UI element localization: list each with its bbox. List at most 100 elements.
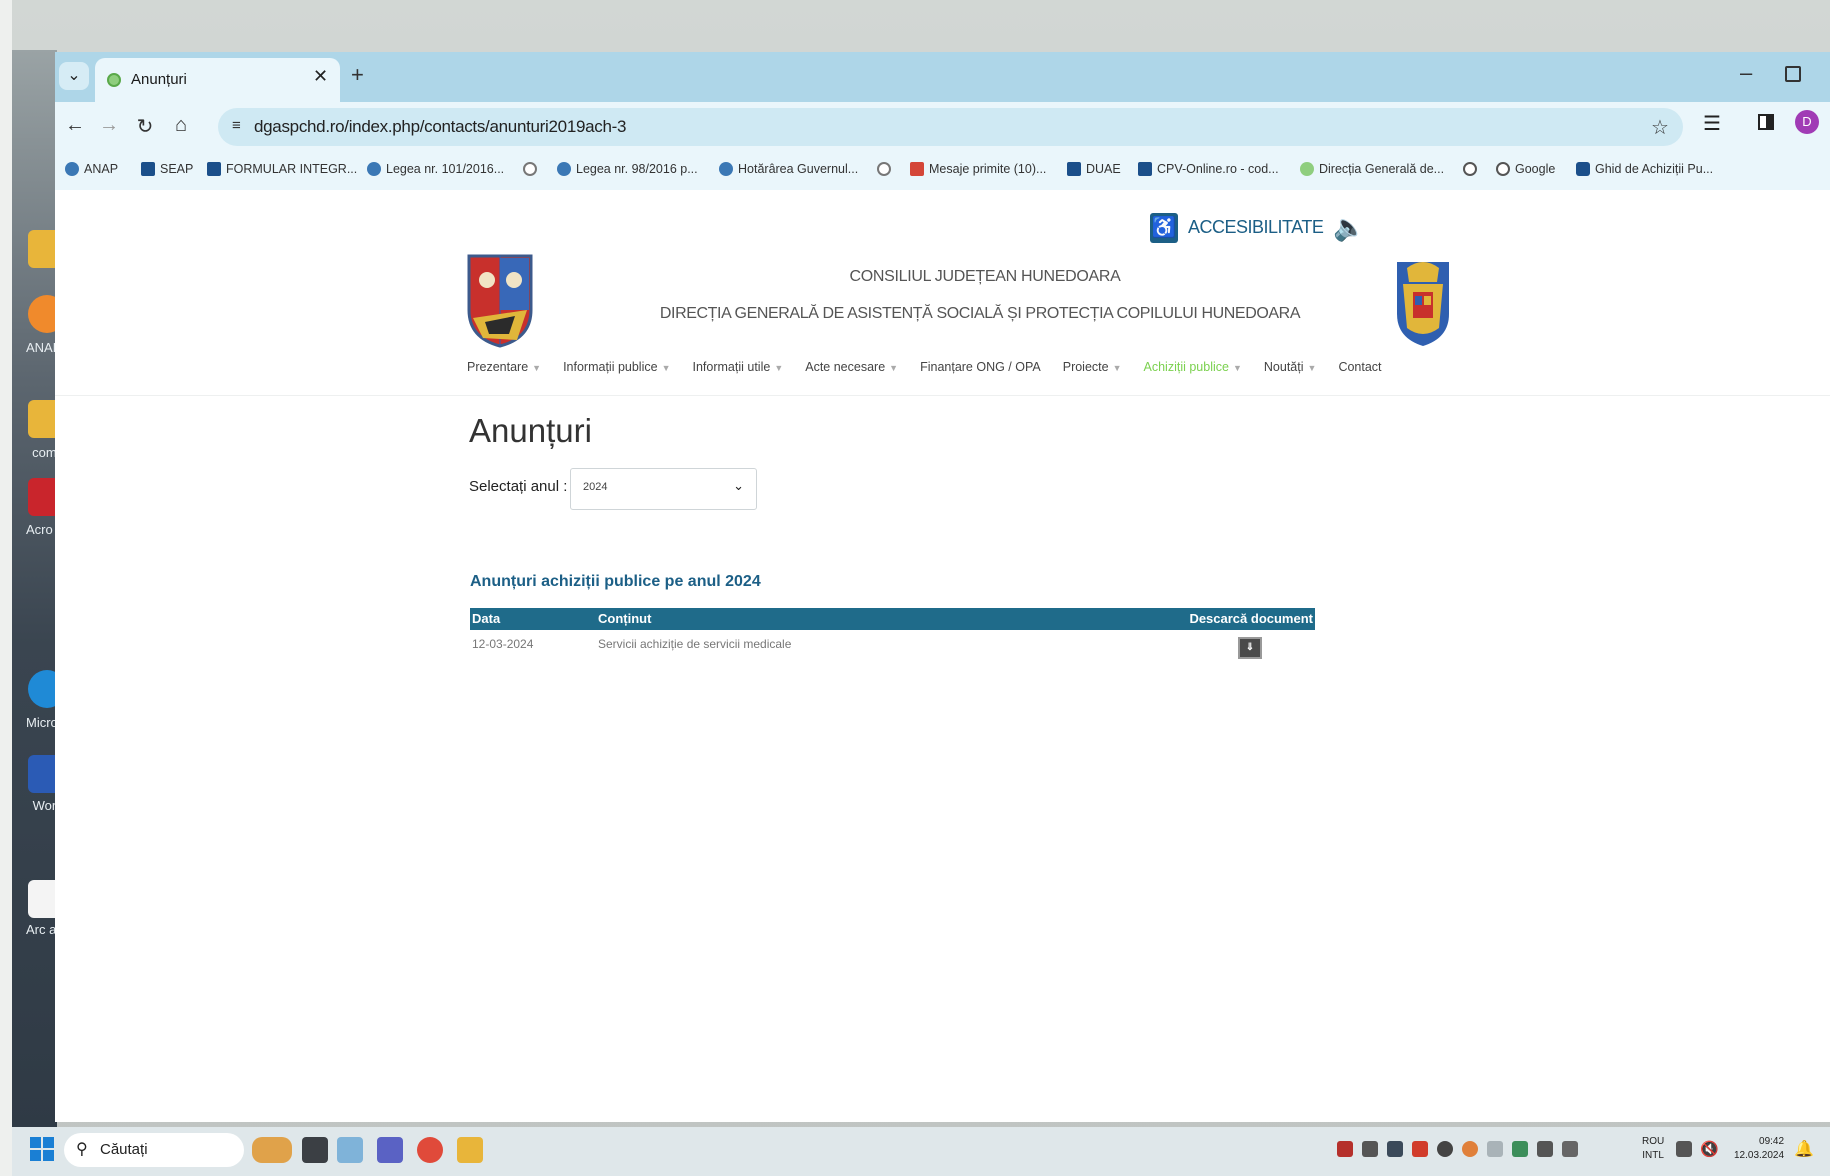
- tray-app-icon[interactable]: [1412, 1141, 1428, 1157]
- bookmark-ghid[interactable]: Ghid de Achiziții Pu...: [1576, 162, 1713, 176]
- tray-app-icon[interactable]: [1362, 1141, 1378, 1157]
- tab-search-button[interactable]: ⌄: [59, 62, 89, 90]
- desktop-icons-strip: ANAF Antiv coma Acro Read Micro Ed Word …: [12, 50, 70, 1130]
- address-bar[interactable]: ≡ dgaspchd.ro/index.php/contacts/anuntur…: [218, 108, 1683, 146]
- bookmark-star-icon[interactable]: ☆: [1651, 115, 1669, 140]
- back-arrow-icon[interactable]: ←: [61, 114, 89, 137]
- row-date: 12-03-2024: [472, 637, 534, 651]
- tray-app-icon[interactable]: [1387, 1141, 1403, 1157]
- windows-start-icon[interactable]: [30, 1137, 54, 1161]
- nav-item-noutati[interactable]: Noutăți ▼: [1264, 360, 1317, 374]
- profile-avatar[interactable]: D: [1795, 110, 1819, 134]
- bookmark-globe[interactable]: [523, 162, 537, 176]
- table-header: Data Conținut Descarcă document: [470, 608, 1315, 630]
- reload-icon[interactable]: ↻: [131, 114, 159, 139]
- extensions-icon[interactable]: ☰: [1703, 111, 1721, 136]
- site-favicon-icon: [107, 73, 121, 87]
- browser-window: ⌄ Anunțuri ✕ + – ← → ↻ ⌂ ≡ dgaspchd.ro/i…: [55, 52, 1830, 1122]
- bookmark-google-g[interactable]: [1463, 162, 1477, 176]
- chevron-down-icon: ▼: [889, 363, 899, 373]
- chrome-icon[interactable]: [417, 1137, 443, 1163]
- bookmark-favicon-icon: [1300, 162, 1314, 176]
- year-select-value: 2024: [583, 481, 608, 493]
- nav-item-contact[interactable]: Contact: [1338, 360, 1381, 374]
- nav-item-finantare[interactable]: Finanțare ONG / OPA: [920, 360, 1041, 374]
- nav-item-informatii-publice[interactable]: Informații publice ▼: [563, 360, 670, 374]
- romania-coat-of-arms-logo: [1397, 262, 1449, 346]
- close-tab-icon[interactable]: ✕: [313, 66, 328, 87]
- tab-title: Anunțuri: [131, 71, 187, 88]
- widgets-icon[interactable]: [252, 1137, 292, 1163]
- column-header-download: Descarcă document: [1189, 611, 1313, 626]
- tray-app-icon[interactable]: [1487, 1141, 1503, 1157]
- globe-icon: [877, 162, 891, 176]
- bookmark-favicon-icon: [367, 162, 381, 176]
- teams-icon[interactable]: [377, 1137, 403, 1163]
- bookmark-cpv[interactable]: CPV-Online.ro - cod...: [1138, 162, 1279, 176]
- tray-app-icon[interactable]: [1512, 1141, 1528, 1157]
- section-title: Anunțuri achiziții publice pe anul 2024: [470, 573, 761, 590]
- bookmark-legea-101[interactable]: Legea nr. 101/2016...: [367, 162, 504, 176]
- side-panel-icon[interactable]: [1758, 114, 1774, 130]
- column-header-date: Data: [472, 611, 501, 626]
- network-icon[interactable]: [1676, 1141, 1692, 1157]
- table-row: 12-03-2024 Servicii achiziție de servici…: [470, 630, 1315, 662]
- bookmark-formular[interactable]: FORMULAR INTEGR...: [207, 162, 357, 176]
- year-select-label: Selectați anul :: [469, 478, 568, 495]
- tray-app-icon[interactable]: [1337, 1141, 1353, 1157]
- new-tab-button[interactable]: +: [351, 62, 364, 88]
- taskbar: ⚲ Căutați ROU INTL 🔇 09:42 12.03.2024 🔔: [12, 1127, 1830, 1176]
- home-icon[interactable]: ⌂: [167, 114, 195, 137]
- chevron-down-icon: ▼: [1112, 363, 1122, 373]
- bookmark-hotararea[interactable]: Hotărârea Guvernul...: [719, 162, 858, 176]
- bookmark-seap[interactable]: SEAP: [141, 162, 193, 176]
- chevron-down-icon: ▼: [1232, 363, 1242, 373]
- scan-edge: [0, 0, 12, 1176]
- bookmark-duae[interactable]: DUAE: [1067, 162, 1121, 176]
- speaker-icon[interactable]: 🔈: [1333, 212, 1365, 243]
- tab-anunturi[interactable]: Anunțuri ✕: [95, 58, 340, 102]
- bookmark-legea-98[interactable]: Legea nr. 98/2016 p...: [557, 162, 698, 176]
- nav-item-prezentare[interactable]: Prezentare ▼: [467, 360, 541, 374]
- bookmark-anap[interactable]: ANAP: [65, 162, 118, 176]
- year-select[interactable]: 2024 ⌄: [570, 468, 757, 510]
- notification-bell-icon[interactable]: 🔔: [1794, 1139, 1814, 1159]
- download-document-icon[interactable]: ⇓: [1238, 637, 1262, 659]
- bookmark-favicon-icon: [719, 162, 733, 176]
- site-info-icon[interactable]: ≡: [232, 117, 241, 134]
- file-explorer-icon[interactable]: [457, 1137, 483, 1163]
- tray-app-icon[interactable]: [1562, 1141, 1578, 1157]
- taskbar-search[interactable]: ⚲ Căutați: [64, 1133, 244, 1167]
- weather-icon[interactable]: [337, 1137, 363, 1163]
- accessibility-link[interactable]: ♿ ACCESIBILITATE 🔈: [1150, 212, 1366, 243]
- web-page: ♿ ACCESIBILITATE 🔈 CONSILIUL JUDEȚEAN HU…: [55, 190, 1830, 1122]
- maximize-icon[interactable]: [1785, 66, 1801, 82]
- language-indicator[interactable]: ROU INTL: [1642, 1135, 1664, 1163]
- volume-muted-icon[interactable]: 🔇: [1700, 1140, 1719, 1158]
- keyboard-icon[interactable]: [1537, 1141, 1553, 1157]
- nav-item-proiecte[interactable]: Proiecte ▼: [1063, 360, 1122, 374]
- url-text[interactable]: dgaspchd.ro/index.php/contacts/anunturi2…: [254, 117, 626, 137]
- org-line-1: CONSILIUL JUDEȚEAN HUNEDOARA: [849, 268, 1121, 285]
- browser-toolbar: ← → ↻ ⌂ ≡ dgaspchd.ro/index.php/contacts…: [55, 102, 1830, 154]
- bookmark-google[interactable]: Google: [1496, 162, 1555, 176]
- bookmark-directia[interactable]: Direcția Generală de...: [1300, 162, 1444, 176]
- minimize-icon[interactable]: –: [1740, 60, 1752, 86]
- wheelchair-icon: ♿: [1150, 212, 1178, 243]
- tray-app-icon[interactable]: [1462, 1141, 1478, 1157]
- task-view-icon[interactable]: [302, 1137, 328, 1163]
- forward-arrow-icon[interactable]: →: [95, 114, 123, 137]
- chevron-down-icon: ▼: [532, 363, 542, 373]
- nav-item-informatii-utile[interactable]: Informații utile ▼: [693, 360, 784, 374]
- nav-item-achizitii-publice[interactable]: Achiziții publice ▼: [1144, 360, 1242, 374]
- chevron-down-icon: ▼: [661, 363, 671, 373]
- bookmarks-bar: ANAP SEAP FORMULAR INTEGR... Legea nr. 1…: [55, 154, 1830, 191]
- nav-item-acte-necesare[interactable]: Acte necesare ▼: [805, 360, 898, 374]
- search-icon: ⚲: [76, 1141, 88, 1158]
- row-content-link[interactable]: Servicii achiziție de servicii medicale: [598, 637, 791, 651]
- chevron-down-icon: ▼: [1307, 363, 1317, 373]
- tray-app-icon[interactable]: [1437, 1141, 1453, 1157]
- bookmark-globe-2[interactable]: [877, 162, 891, 176]
- bookmark-gmail[interactable]: Mesaje primite (10)...: [910, 162, 1046, 176]
- clock[interactable]: 09:42 12.03.2024: [1734, 1135, 1784, 1163]
